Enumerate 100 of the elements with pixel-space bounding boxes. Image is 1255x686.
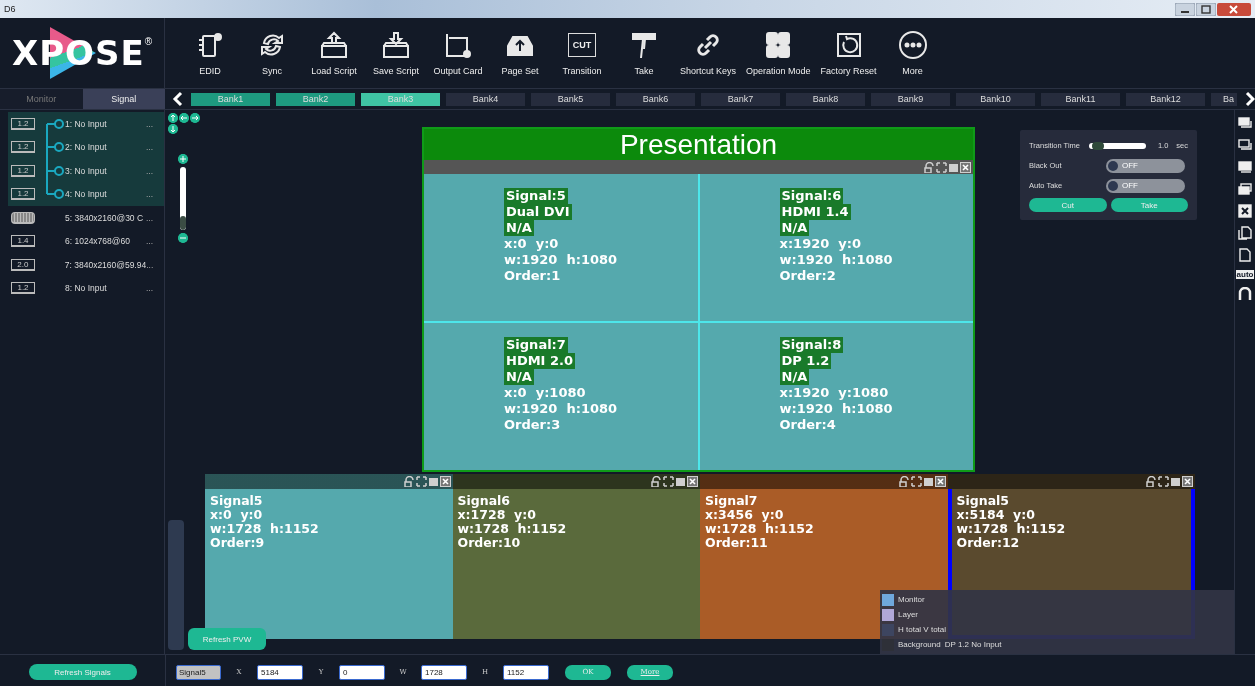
lock-icon — [898, 476, 910, 487]
arrow-up-icon[interactable] — [168, 113, 178, 123]
chevron-left-icon[interactable] — [171, 91, 185, 107]
window-title: D6 — [4, 4, 16, 14]
toolbar-button[interactable]: More — [883, 18, 942, 88]
zoom-out-icon[interactable] — [178, 233, 188, 243]
close-icon — [934, 476, 946, 487]
registered-mark: ® — [144, 36, 153, 47]
document-icon[interactable] — [1238, 248, 1252, 262]
hdmi-port-icon: 1.4 — [11, 235, 35, 248]
maximize-button[interactable] — [1196, 2, 1216, 16]
input-field[interactable]: 1152 — [503, 664, 549, 680]
toolbar-button[interactable]: Sync — [243, 18, 301, 88]
close-icon — [687, 476, 698, 487]
zoom-in-icon[interactable] — [178, 154, 188, 164]
download-folder-icon — [381, 30, 411, 60]
output-cell[interactable]: Signal:6 HDMI 1.4 N/A x:1920 y:0 w:1920 h:1080 Order:2 — [699, 174, 973, 321]
screen-title: Presentation — [619, 128, 778, 161]
auto-icon[interactable]: auto — [1235, 270, 1255, 279]
legend-label: H total V total — [898, 625, 947, 634]
window-icon — [1170, 476, 1181, 487]
legend-label: Background — [898, 640, 941, 649]
input-field[interactable]: 5184 — [257, 664, 303, 680]
copy-icon[interactable] — [1238, 226, 1252, 240]
input-field[interactable]: 0 — [339, 664, 385, 680]
bank-tab[interactable]: Ba — [1211, 92, 1237, 106]
toolbar-button[interactable]: Save Script — [367, 18, 425, 88]
upload-folder-icon — [319, 30, 349, 60]
expand-icon — [910, 476, 922, 487]
signal-item[interactable]: 1.2 1: No Input ... — [8, 112, 164, 136]
legend-label: Monitor — [898, 595, 925, 604]
transition-time-slider[interactable] — [1089, 142, 1146, 149]
bank-tab[interactable]: Bank10 — [956, 92, 1035, 106]
toolbar-button[interactable]: Page Set — [491, 18, 549, 88]
output-cell[interactable]: Signal:8 DP 1.2 N/A x:1920 y:1080 w:1920 h:1080 Order:4 — [699, 323, 973, 470]
signal-item[interactable]: 1.4 6: 1024x768@60 ... — [8, 229, 164, 253]
window-icon — [922, 476, 934, 487]
bank-tab[interactable]: Bank8 — [786, 92, 865, 106]
monitor-icon[interactable] — [1238, 160, 1252, 174]
bank-tab[interactable]: Bank4 — [446, 92, 525, 106]
output-cell[interactable]: Signal:5 Dual DVI N/A x:0 y:0 w:1920 h:1080 Order:1 — [424, 174, 698, 321]
lock-icon — [651, 476, 662, 487]
minimize-button[interactable] — [1175, 2, 1195, 16]
signal-item[interactable]: 5: 3840x2160@30 C ... — [8, 206, 164, 230]
dp-port-icon: 1.2 — [11, 141, 35, 154]
arch-icon[interactable] — [1238, 287, 1252, 301]
layer-name-field[interactable]: Signal5 — [176, 664, 221, 680]
hdmi-port-icon: 2.0 — [11, 258, 35, 271]
more-icon — [897, 30, 928, 60]
cut-icon: CUT — [568, 33, 596, 57]
lock-icon — [403, 476, 415, 487]
signal-item[interactable]: 1.2 8: No Input ... — [8, 276, 164, 300]
dp-port-icon: 1.2 — [11, 188, 35, 201]
expand-icon — [936, 161, 947, 173]
signal-item[interactable]: 1.2 4: No Input ... — [8, 182, 164, 206]
close-icon — [439, 476, 451, 487]
toolbar-button[interactable]: Shortcut Keys — [677, 18, 740, 88]
close-icon — [1182, 476, 1193, 487]
output-cell[interactable]: Signal:7 HDMI 2.0 N/A x:0 y:1080 w:1920 h:1080 Order:3 — [424, 323, 698, 470]
signal-item[interactable]: 1.2 3: No Input ... — [8, 159, 164, 183]
expand-icon — [1158, 476, 1169, 487]
signal-item[interactable]: 2.0 7: 3840x2160@59.94... — [8, 253, 164, 277]
toolbar-button[interactable]: Operation Mode — [743, 18, 814, 88]
bank-tab[interactable]: Bank9 — [871, 92, 950, 106]
bank-tab[interactable]: Bank5 — [531, 92, 610, 106]
close-icon[interactable] — [1238, 204, 1252, 218]
toolbar-button[interactable]: Output Card — [429, 18, 487, 88]
signal-item[interactable]: 1.2 2: No Input ... — [8, 135, 164, 159]
toolbar-button[interactable]: EDID — [181, 18, 239, 88]
bank-tab[interactable]: Bank6 — [616, 92, 695, 106]
legend-label: Layer — [898, 610, 918, 619]
input-field[interactable]: 1728 — [421, 664, 467, 680]
dvi-port-icon — [11, 211, 35, 224]
toolbar-button[interactable]: CUT Transition — [553, 18, 611, 88]
bank-tab[interactable]: Bank11 — [1041, 92, 1120, 106]
arrow-left-icon[interactable] — [179, 113, 189, 123]
arrow-down-icon[interactable] — [168, 124, 178, 134]
lock-icon — [1146, 476, 1157, 487]
stack-icon[interactable] — [1238, 138, 1252, 152]
chevron-right-icon[interactable] — [1243, 91, 1255, 107]
toolbar-button[interactable]: Take — [615, 18, 673, 88]
window-icon — [427, 476, 439, 487]
close-button[interactable] — [1217, 2, 1251, 16]
arrow-right-icon[interactable] — [190, 113, 200, 123]
lever-icon — [629, 30, 659, 60]
toolbar-button[interactable]: Load Script — [305, 18, 363, 88]
legend-detail: DP 1.2 No Input — [944, 640, 1002, 649]
bank-tab[interactable]: Bank7 — [701, 92, 780, 106]
sidebar-tab[interactable]: Monitor — [0, 89, 83, 109]
stack-icon[interactable] — [1238, 116, 1252, 130]
toolbar-button[interactable]: Factory Reset — [817, 18, 880, 88]
stack-icon[interactable] — [1238, 182, 1252, 196]
slider-thumb[interactable] — [1091, 141, 1104, 150]
zoom-slider[interactable] — [180, 167, 186, 230]
sidebar-tab[interactable]: Signal — [82, 89, 165, 109]
lock-icon — [924, 161, 935, 173]
window-icon — [675, 476, 686, 487]
bank-tab[interactable]: Bank12 — [1126, 92, 1205, 106]
expand-icon — [663, 476, 674, 487]
scrollbar[interactable] — [168, 520, 184, 650]
